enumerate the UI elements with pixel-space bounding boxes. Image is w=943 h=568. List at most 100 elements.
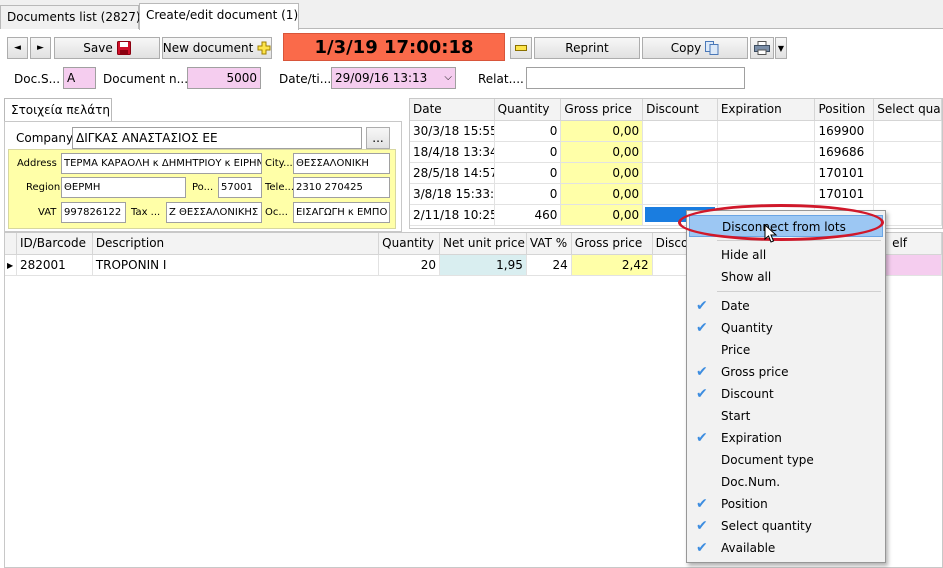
lot-select-quantity-cell <box>874 142 942 163</box>
menu-item-hide-all[interactable]: Hide all <box>689 244 883 266</box>
tab-customer-details[interactable]: Στοιχεία πελάτη <box>4 98 112 122</box>
item-net-price-cell: 1,95 <box>440 255 527 276</box>
reprint-button[interactable]: Reprint <box>534 37 640 59</box>
tax-office-field[interactable]: Ζ ΘΕΣΣΑΛΟΝΙΚΗΣ <box>166 202 262 223</box>
items-column-header[interactable]: ID/Barcode <box>16 233 93 255</box>
lot-gross-price-cell: 0,00 <box>561 163 644 184</box>
menu-item-label: Quantity <box>721 321 773 335</box>
item-quantity-cell: 20 <box>379 255 441 276</box>
phone-field[interactable]: 2310 270425 <box>293 177 390 198</box>
next-button[interactable]: ► <box>30 37 51 59</box>
tab-create-edit-document[interactable]: Create/edit document (1) <box>139 3 299 30</box>
menu-item-label: Expiration <box>721 431 782 445</box>
doc-series-field[interactable]: A <box>63 67 96 89</box>
items-column-header[interactable]: Gross price <box>571 233 653 255</box>
lots-column-header[interactable]: Position <box>815 99 875 121</box>
menu-item-expiration[interactable]: ✔ Expiration <box>689 427 883 449</box>
checkmark-icon: ✔ <box>696 518 708 534</box>
lot-discount-cell <box>643 121 718 142</box>
lot-expiration-cell <box>717 121 816 142</box>
checkmark-icon: ✔ <box>696 298 708 314</box>
lot-position-cell: 170101 <box>815 184 875 205</box>
minus-icon <box>515 45 527 51</box>
lots-column-header[interactable]: Quantity <box>494 99 562 121</box>
prev-arrow-icon: ◄ <box>14 43 21 53</box>
menu-item-available[interactable]: ✔ Available <box>689 537 883 559</box>
menu-item-start[interactable]: Start <box>689 405 883 427</box>
related-field[interactable] <box>526 67 745 89</box>
lots-column-header[interactable]: Date <box>410 99 495 121</box>
address-label: Address <box>17 158 57 169</box>
menu-item-label: Gross price <box>721 365 789 379</box>
menu-item-doc-num[interactable]: Doc.Num. <box>689 471 883 493</box>
lot-quantity-cell: 0 <box>494 142 562 163</box>
menu-item-quantity[interactable]: ✔ Quantity <box>689 317 883 339</box>
save-button-label: Save <box>83 41 113 55</box>
mouse-cursor-icon <box>764 223 778 244</box>
table-row[interactable]: 30/3/18 15:55 0 0,00 169900 <box>410 121 942 142</box>
menu-item-show-all[interactable]: Show all <box>689 266 883 288</box>
lot-discount-cell <box>643 184 718 205</box>
table-row[interactable]: 18/4/18 13:34 0 0,00 169686 <box>410 142 942 163</box>
table-row[interactable]: 28/5/18 14:57 0 0,00 170101 <box>410 163 942 184</box>
menu-item-label: Position <box>721 497 768 511</box>
menu-item-date[interactable]: ✔ Date <box>689 295 883 317</box>
copy-button[interactable]: Copy <box>642 37 748 59</box>
menu-item-gross-price[interactable]: ✔ Gross price <box>689 361 883 383</box>
date-time-field[interactable]: 29/09/16 13:13 ⌵ <box>331 67 456 89</box>
ellipsis-icon: ... <box>372 131 384 145</box>
menu-item-select-quantity[interactable]: ✔ Select quantity <box>689 515 883 537</box>
lots-column-header[interactable]: Discount <box>643 99 718 121</box>
checkmark-icon: ✔ <box>696 320 708 336</box>
postal-code-label: Po... <box>192 182 214 193</box>
items-column-header[interactable]: VAT % <box>526 233 572 255</box>
lots-column-header[interactable]: Expiration <box>717 99 816 121</box>
items-column-header[interactable]: elf <box>884 233 942 255</box>
items-column-header[interactable]: Net unit price <box>440 233 527 255</box>
vat-field[interactable]: 997826122 <box>61 202 126 223</box>
occupation-field[interactable]: ΕΙΣΑΓΩΓΗ κ ΕΜΠΟ <box>293 202 390 223</box>
city-field[interactable]: ΘΕΣΣΑΛΟΝΙΚΗ <box>293 153 390 174</box>
postal-code-field[interactable]: 57001 <box>218 177 262 198</box>
menu-item-price[interactable]: Price <box>689 339 883 361</box>
column-context-menu: Disconnect from lots Hide all Show all ✔… <box>686 210 886 563</box>
browse-company-button[interactable]: ... <box>366 127 390 149</box>
menu-item-label: Document type <box>721 453 814 467</box>
document-number-field[interactable]: 5000 <box>187 67 261 89</box>
menu-item-discount[interactable]: ✔ Discount <box>689 383 883 405</box>
menu-item-label: Start <box>721 409 751 423</box>
menu-item-label: Show all <box>721 270 772 284</box>
lots-column-header[interactable]: Select quant <box>874 99 942 121</box>
lot-gross-price-cell: 0,00 <box>561 121 644 142</box>
items-column-header[interactable]: Quantity <box>379 233 441 255</box>
item-shelf-cell <box>884 255 942 276</box>
lot-select-quantity-cell <box>874 163 942 184</box>
menu-item-position[interactable]: ✔ Position <box>689 493 883 515</box>
chevron-down-icon[interactable]: ⌵ <box>444 68 452 88</box>
lot-date-cell: 18/4/18 13:34 <box>410 142 495 163</box>
menu-item-label: Date <box>721 299 750 313</box>
lots-column-header[interactable]: Gross price <box>561 99 644 121</box>
address-field[interactable]: ΤΕΡΜΑ ΚΑΡΑΟΛΗ κ ΔΗΜΗΤΡΙΟΥ κ ΕΙΡΗΝΗ <box>61 153 262 174</box>
copy-icon <box>705 41 719 55</box>
new-document-button[interactable]: New document <box>162 37 272 59</box>
next-arrow-icon: ► <box>37 43 44 53</box>
menu-item-document-type[interactable]: Document type <box>689 449 883 471</box>
company-field[interactable]: ΔΙΓΚΑΣ ΑΝΑΣΤΑΣΙΟΣ ΕΕ <box>72 127 362 149</box>
print-dropdown-button[interactable]: ▼ <box>775 37 787 59</box>
save-button[interactable]: Save <box>54 37 160 59</box>
menu-separator <box>717 291 881 292</box>
previous-button[interactable]: ◄ <box>7 37 28 59</box>
lot-discount-cell <box>643 163 718 184</box>
region-field[interactable]: ΘΕΡΜΗ <box>61 177 186 198</box>
print-button[interactable] <box>750 37 774 59</box>
lot-quantity-cell: 460 <box>494 205 562 226</box>
tab-documents-list[interactable]: Documents list (2827) <box>0 5 141 29</box>
date-time-value: 29/09/16 13:13 <box>335 71 428 85</box>
lot-date-cell: 30/3/18 15:55 <box>410 121 495 142</box>
table-row[interactable]: 3/8/18 15:33:1 0 0,00 170101 <box>410 184 942 205</box>
minus-button[interactable] <box>510 37 532 59</box>
items-column-header[interactable]: Description <box>92 233 380 255</box>
lot-quantity-cell: 0 <box>494 163 562 184</box>
document-number-label: Document n... <box>103 72 189 86</box>
